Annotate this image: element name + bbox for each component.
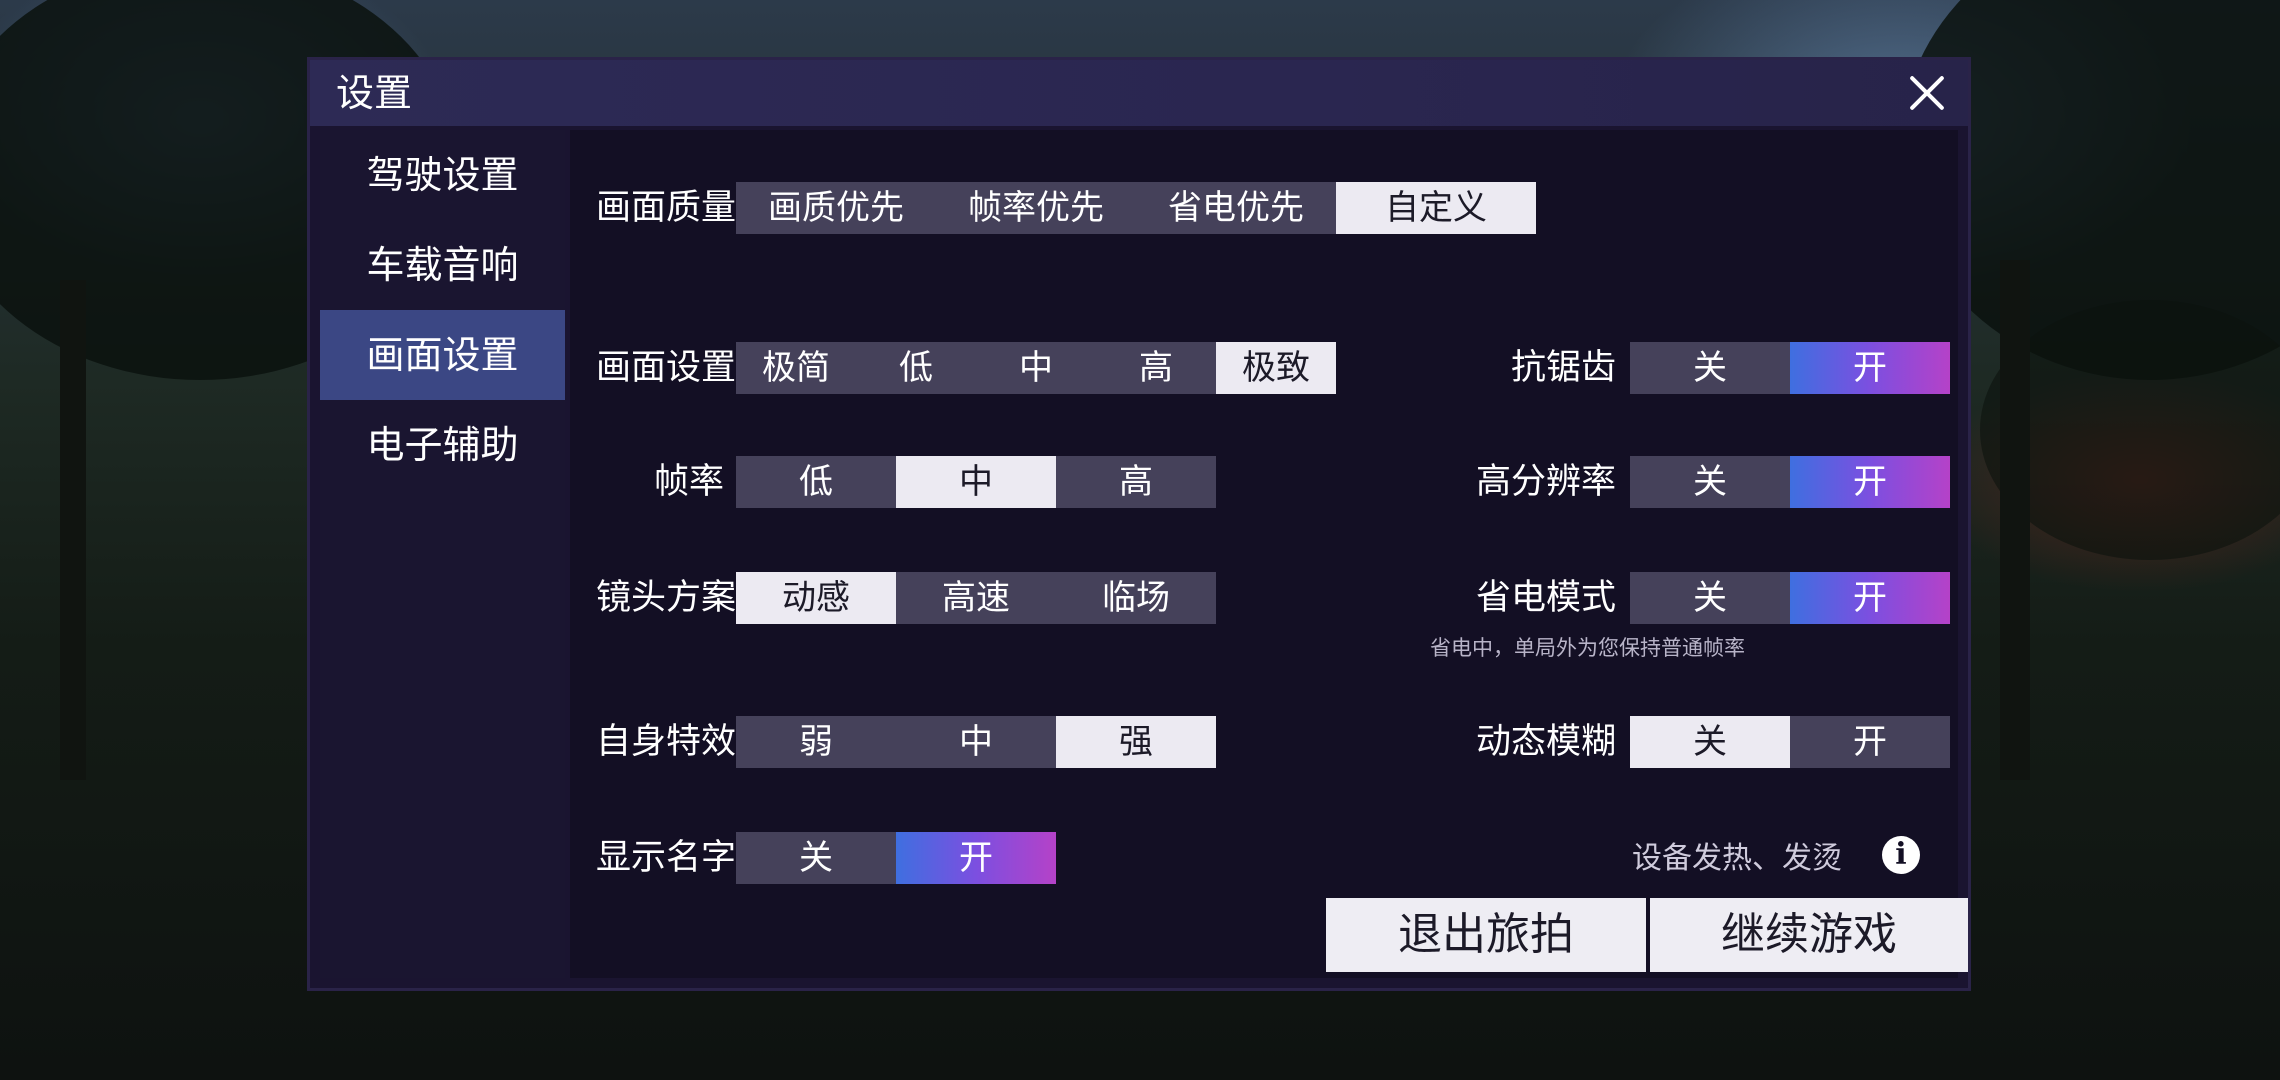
sidebar-item-graphics[interactable]: 画面设置	[320, 310, 565, 400]
graphics-option-high[interactable]: 高	[1096, 342, 1216, 394]
quality-option-visual[interactable]: 画质优先	[736, 182, 936, 234]
sidebar-item-audio[interactable]: 车载音响	[320, 220, 565, 310]
powersave-label: 省电模式	[1475, 578, 1616, 618]
highres-label: 高分辨率	[1475, 462, 1616, 502]
effects-option-medium[interactable]: 中	[896, 716, 1056, 768]
show-names-on[interactable]: 开	[896, 832, 1056, 884]
highres-on[interactable]: 开	[1790, 456, 1950, 508]
quality-label: 画面质量	[596, 188, 737, 228]
camera-selector: 动感 高速 临场	[736, 572, 1216, 624]
effects-selector: 弱 中 强	[736, 716, 1216, 768]
device-heat-link[interactable]: 设备发热、发烫	[1632, 834, 1842, 884]
powersave-off[interactable]: 关	[1630, 572, 1790, 624]
dialog-titlebar: 设置	[310, 60, 1968, 126]
antialias-on[interactable]: 开	[1790, 342, 1950, 394]
graphics-option-minimal[interactable]: 极简	[736, 342, 856, 394]
settings-sidebar: 驾驶设置 车载音响 画面设置 电子辅助	[320, 130, 565, 978]
quality-option-powersave[interactable]: 省电优先	[1136, 182, 1336, 234]
camera-option-immersive[interactable]: 临场	[1056, 572, 1216, 624]
framerate-selector: 低 中 高	[736, 456, 1216, 508]
effects-option-strong[interactable]: 强	[1056, 716, 1216, 768]
motionblur-off[interactable]: 关	[1630, 716, 1790, 768]
graphics-label: 画面设置	[596, 348, 737, 388]
powersave-hint: 省电中，单局外为您保持普通帧率	[1430, 636, 1745, 660]
show-names-toggle: 关 开	[736, 832, 1056, 884]
effects-label: 自身特效	[596, 722, 737, 762]
camera-label: 镜头方案	[596, 578, 737, 618]
graphics-option-medium[interactable]: 中	[976, 342, 1096, 394]
show-names-label: 显示名字	[596, 838, 737, 878]
close-icon[interactable]	[1900, 66, 1954, 120]
settings-dialog: 设置 驾驶设置 车载音响 画面设置 电子辅助 画面质量 画质优先 帧率优先 省电…	[310, 60, 1968, 988]
effects-option-weak[interactable]: 弱	[736, 716, 896, 768]
antialias-label: 抗锯齿	[1510, 348, 1616, 388]
graphics-selector: 极简 低 中 高 极致	[736, 342, 1336, 394]
motionblur-label: 动态模糊	[1475, 722, 1616, 762]
framerate-option-medium[interactable]: 中	[896, 456, 1056, 508]
sidebar-item-driving[interactable]: 驾驶设置	[320, 130, 565, 220]
settings-content: 画面质量 画质优先 帧率优先 省电优先 自定义 画面设置 极简 低 中 高 极致…	[570, 130, 1958, 978]
highres-toggle: 关 开	[1630, 456, 1950, 508]
quality-selector: 画质优先 帧率优先 省电优先 自定义	[736, 182, 1536, 234]
dialog-title: 设置	[336, 71, 413, 115]
motionblur-on[interactable]: 开	[1790, 716, 1950, 768]
sidebar-item-assist[interactable]: 电子辅助	[320, 400, 565, 490]
powersave-on[interactable]: 开	[1790, 572, 1950, 624]
framerate-option-low[interactable]: 低	[736, 456, 896, 508]
powersave-toggle: 关 开	[1630, 572, 1950, 624]
quality-option-framerate[interactable]: 帧率优先	[936, 182, 1136, 234]
camera-option-speed[interactable]: 高速	[896, 572, 1056, 624]
exit-trip-button[interactable]: 退出旅拍	[1326, 898, 1646, 972]
continue-game-button[interactable]: 继续游戏	[1650, 898, 1968, 972]
quality-option-custom[interactable]: 自定义	[1336, 182, 1536, 234]
framerate-label: 帧率	[653, 462, 724, 502]
motionblur-toggle: 关 开	[1630, 716, 1950, 768]
graphics-option-low[interactable]: 低	[856, 342, 976, 394]
antialias-toggle: 关 开	[1630, 342, 1950, 394]
info-icon[interactable]: i	[1882, 836, 1920, 874]
camera-option-dynamic[interactable]: 动感	[736, 572, 896, 624]
highres-off[interactable]: 关	[1630, 456, 1790, 508]
antialias-off[interactable]: 关	[1630, 342, 1790, 394]
framerate-option-high[interactable]: 高	[1056, 456, 1216, 508]
show-names-off[interactable]: 关	[736, 832, 896, 884]
